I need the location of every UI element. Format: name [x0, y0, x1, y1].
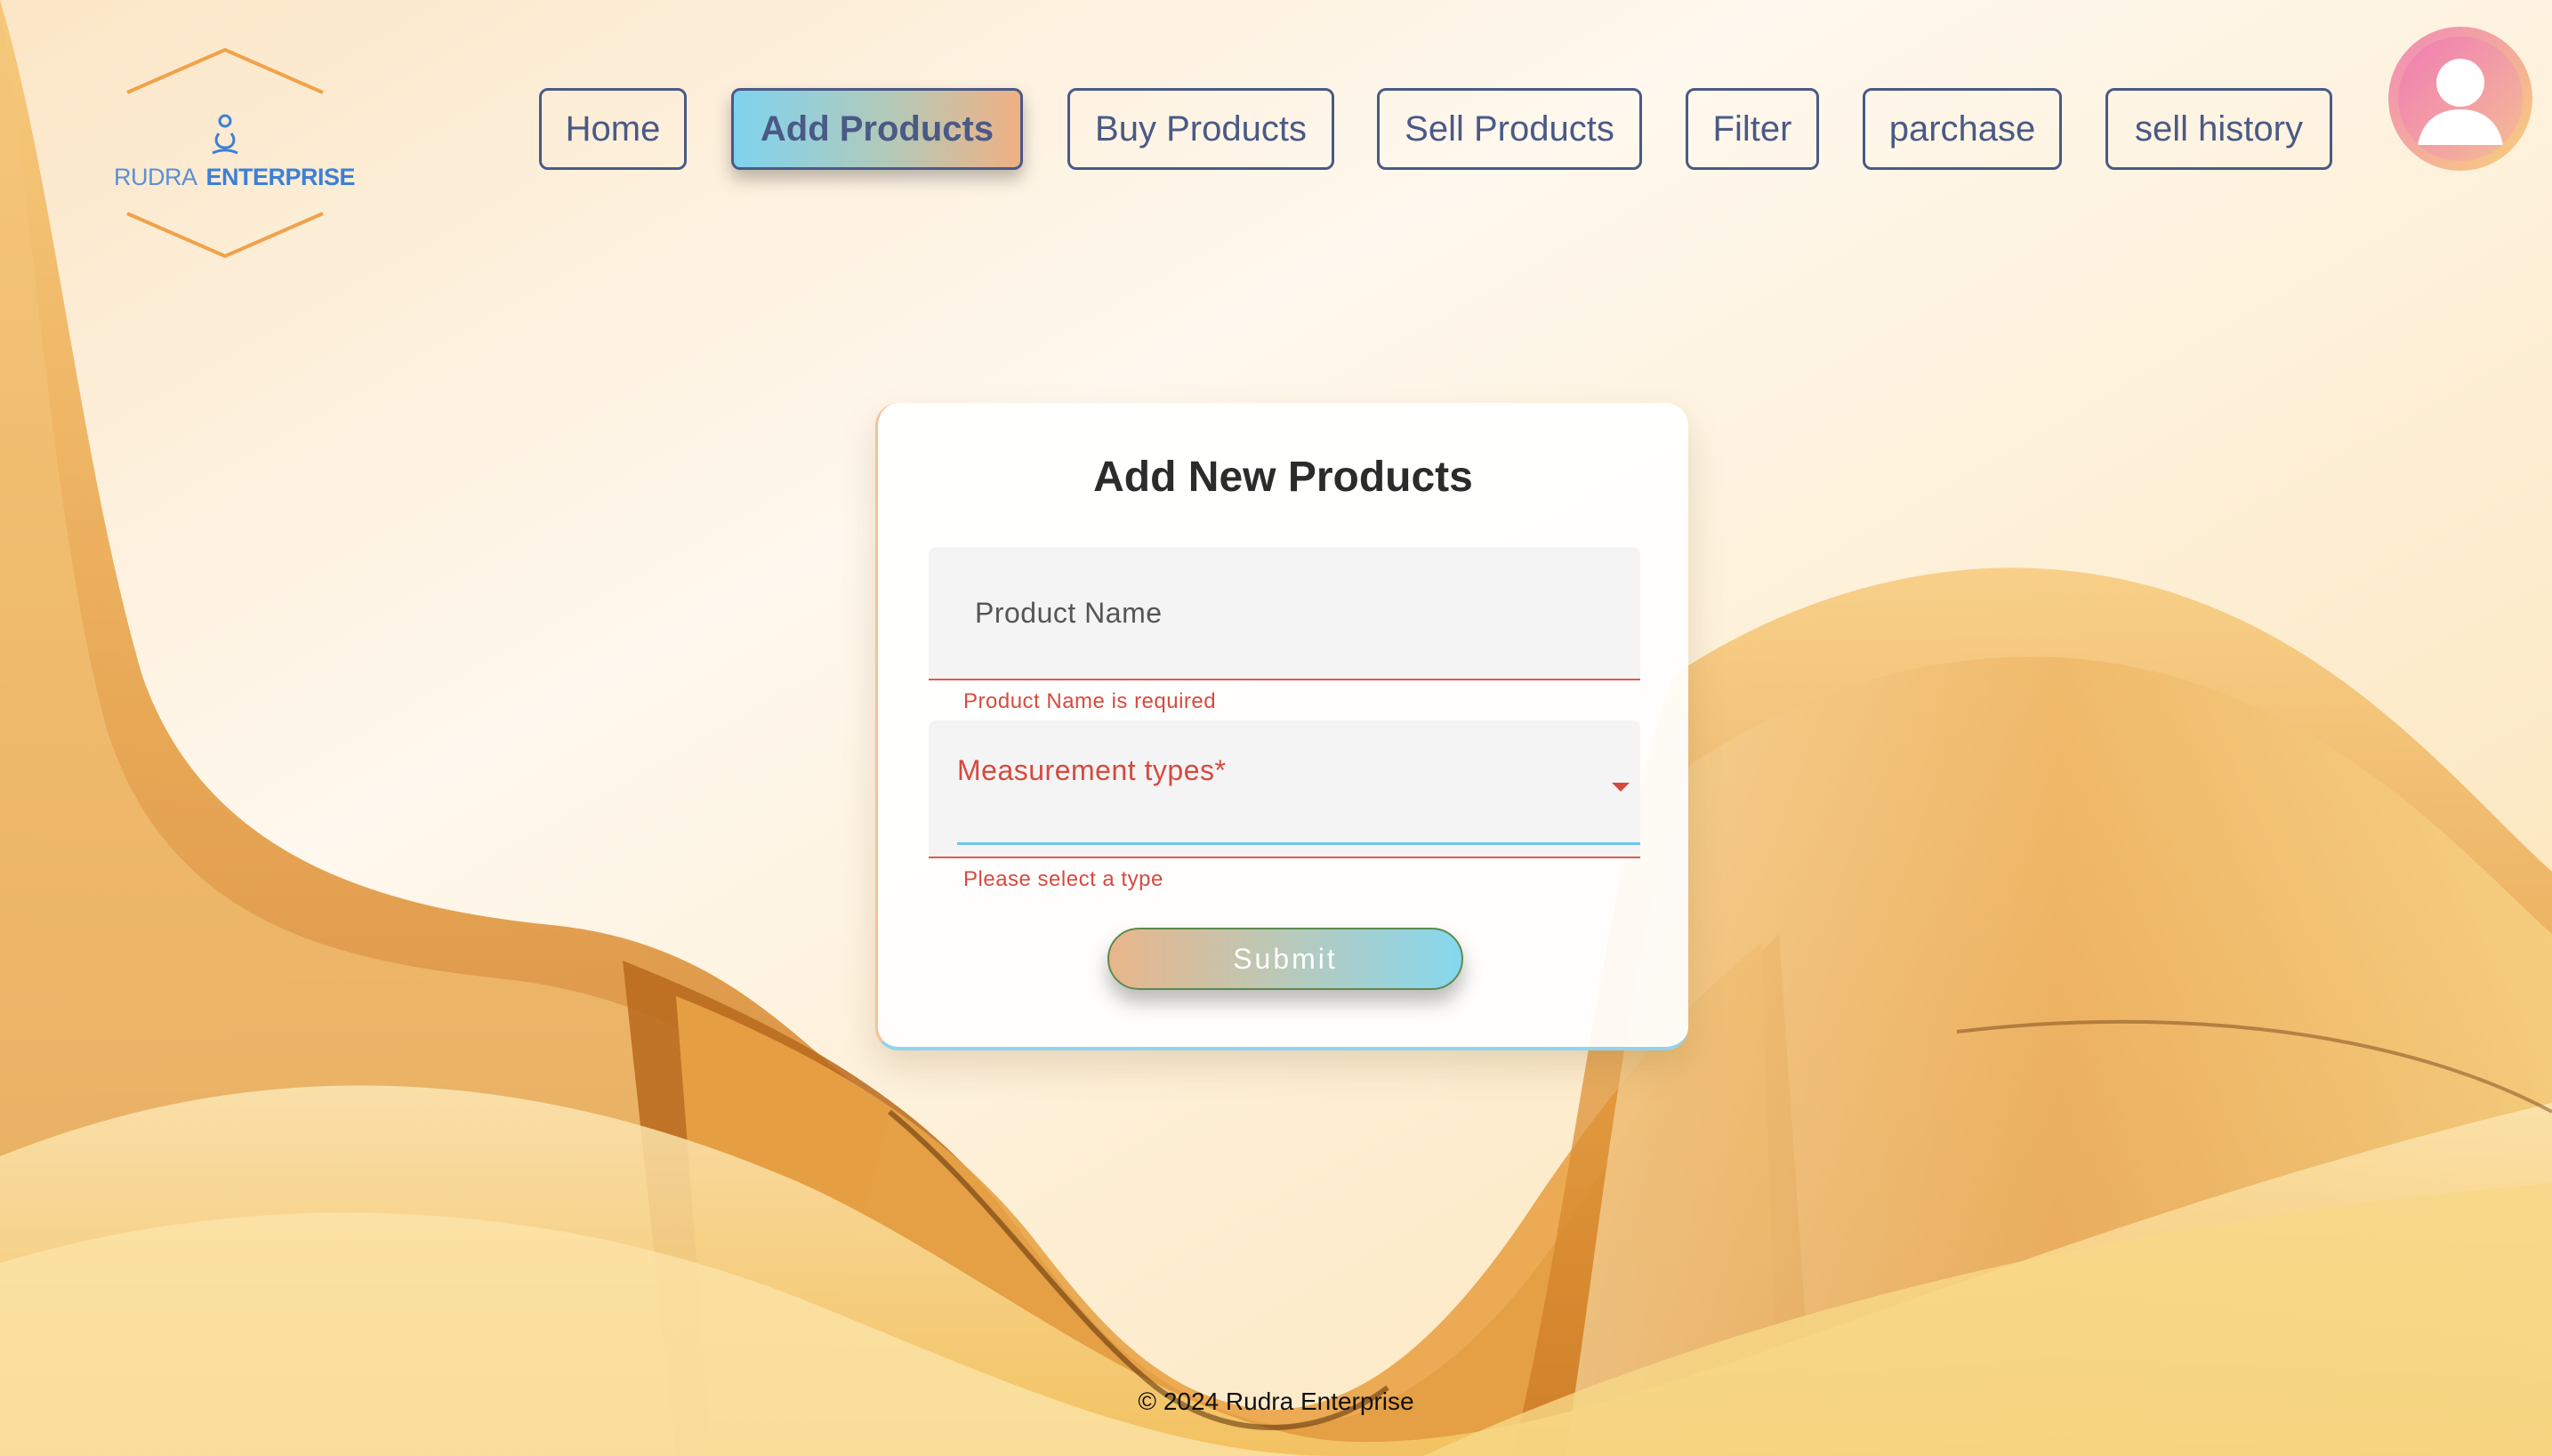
- submit-button[interactable]: Submit: [1107, 928, 1463, 990]
- measurement-focus-underline: [957, 842, 1640, 845]
- user-avatar-button[interactable]: [2388, 27, 2532, 171]
- product-name-field[interactable]: Product Name: [929, 547, 1640, 680]
- nav-home-button[interactable]: Home: [539, 88, 687, 170]
- product-name-label: Product Name: [975, 597, 1163, 629]
- dropdown-arrow-icon: [1612, 783, 1630, 792]
- user-avatar-icon: [2398, 36, 2523, 161]
- measurement-type-label: Measurement types*: [957, 754, 1227, 786]
- main-nav: Home Add Products Buy Products Sell Prod…: [0, 88, 2552, 173]
- nav-sell-products-button[interactable]: Sell Products: [1377, 88, 1642, 170]
- nav-parchase-button[interactable]: parchase: [1863, 88, 2062, 170]
- product-name-error: Product Name is required: [963, 689, 1217, 713]
- nav-filter-button[interactable]: Filter: [1686, 88, 1819, 170]
- nav-buy-products-button[interactable]: Buy Products: [1067, 88, 1334, 170]
- form-title: Add New Products: [1093, 454, 1473, 501]
- measurement-type-select[interactable]: Measurement types*: [929, 720, 1640, 858]
- add-product-form-card: Add New Products Product Name Product Na…: [875, 403, 1688, 1050]
- footer-copyright: © 2024 Rudra Enterprise: [1138, 1388, 1414, 1415]
- nav-sell-history-button[interactable]: sell history: [2105, 88, 2332, 170]
- measurement-type-error: Please select a type: [963, 867, 1163, 891]
- nav-add-products-button[interactable]: Add Products: [731, 88, 1023, 170]
